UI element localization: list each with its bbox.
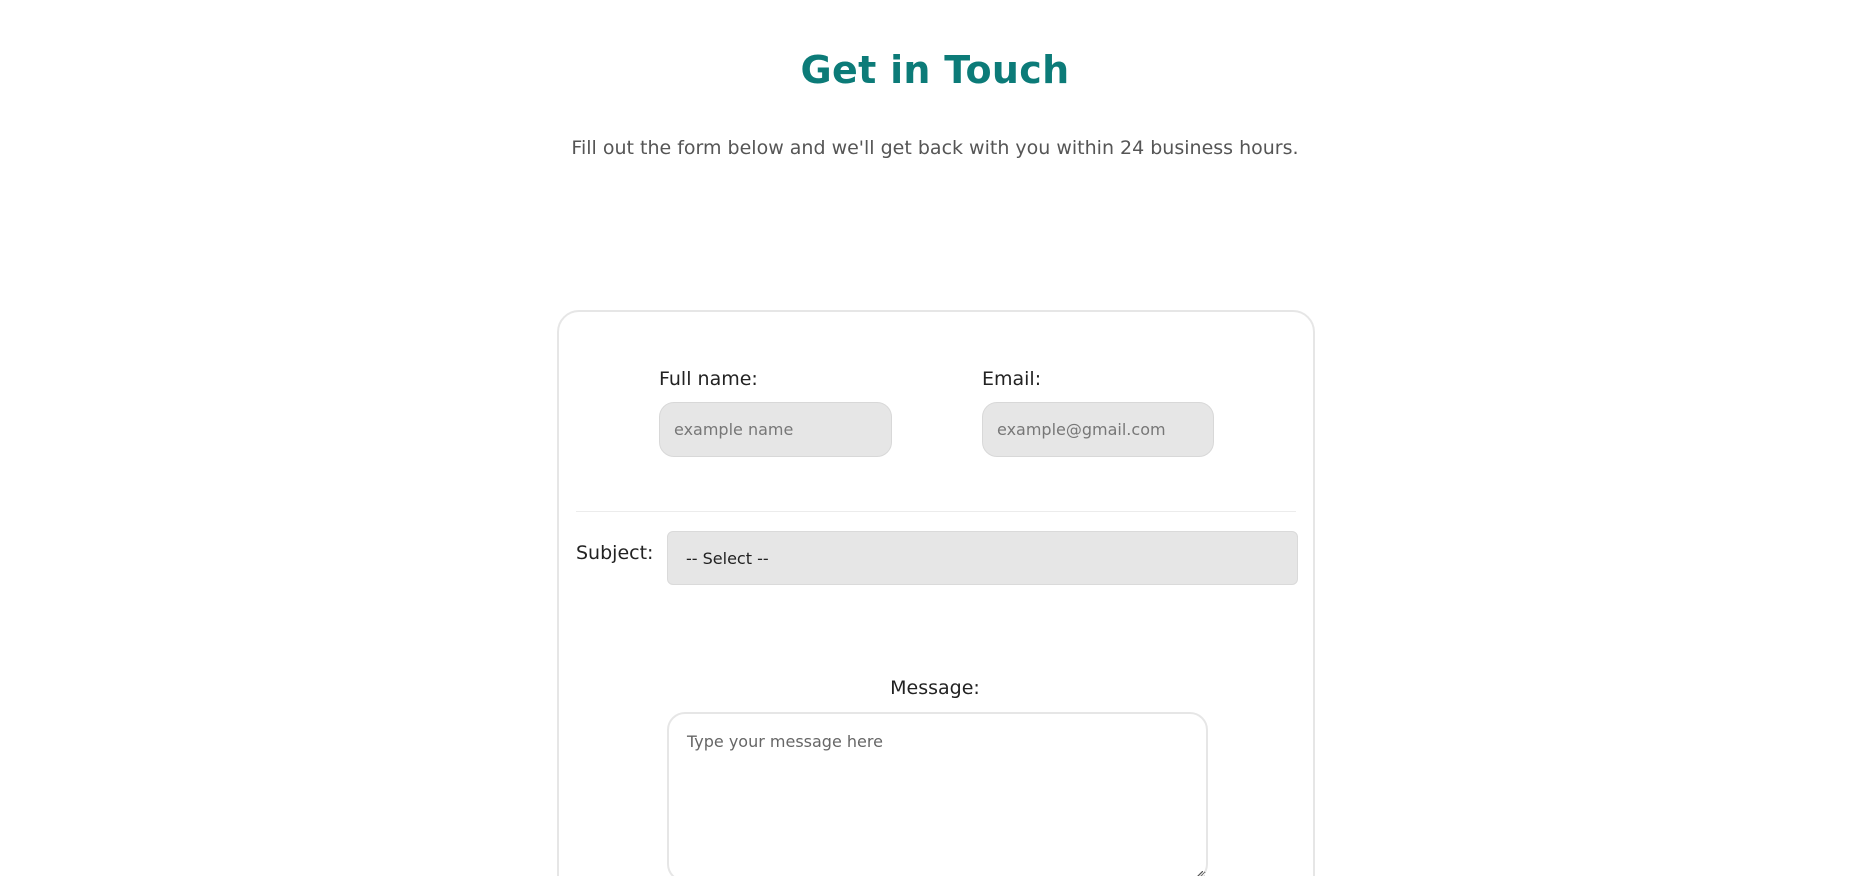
- form-divider: [576, 511, 1296, 512]
- full-name-label: Full name:: [659, 368, 758, 390]
- message-textarea[interactable]: [667, 712, 1208, 876]
- subject-select-value: -- Select --: [686, 548, 769, 568]
- subject-select[interactable]: -- Select --: [667, 531, 1298, 585]
- page-subtitle: Fill out the form below and we'll get ba…: [571, 137, 1299, 159]
- message-label: Message:: [890, 677, 980, 699]
- subject-label: Subject:: [576, 542, 654, 564]
- contact-page: Get in Touch Fill out the form below and…: [0, 0, 1870, 876]
- resize-handle-icon[interactable]: [1191, 866, 1203, 876]
- email-label: Email:: [982, 368, 1042, 390]
- page-title: Get in Touch: [800, 48, 1070, 92]
- full-name-input[interactable]: [659, 402, 892, 457]
- email-input[interactable]: [982, 402, 1214, 457]
